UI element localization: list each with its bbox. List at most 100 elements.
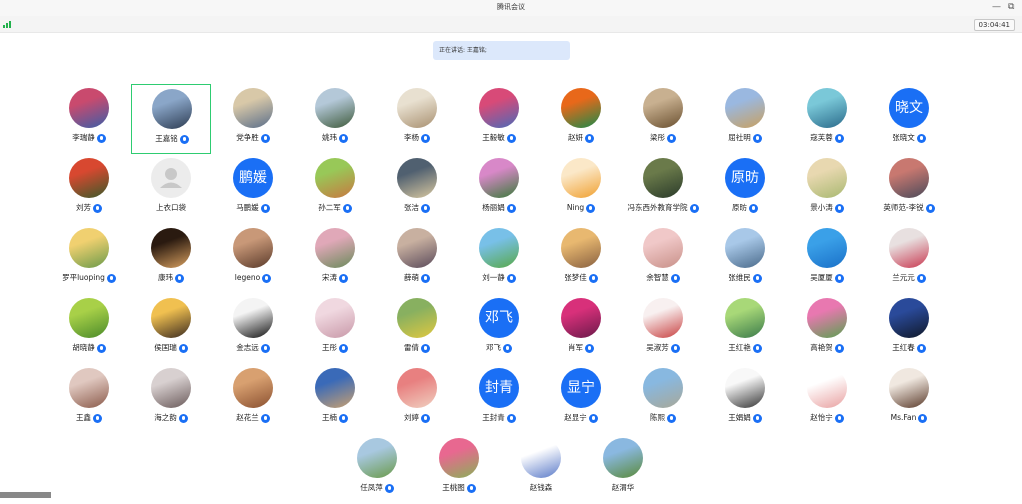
- participant-name: 海之韵: [154, 413, 177, 422]
- participant-tile[interactable]: 显宁 赵显宁: [541, 364, 621, 434]
- participant-tile[interactable]: 吴厦厦: [787, 224, 867, 294]
- participant-tile[interactable]: Ning: [541, 154, 621, 224]
- participant-tile[interactable]: 景小涛: [787, 154, 867, 224]
- avatar: [151, 228, 191, 268]
- participant-tile[interactable]: 肖军: [541, 294, 621, 364]
- microphone-icon: [260, 343, 270, 353]
- participant-tile[interactable]: 晓文 张晓文: [869, 84, 949, 154]
- microphone-icon: [421, 413, 430, 423]
- avatar: [69, 88, 109, 128]
- participant-label: 冯东西外教育学院: [623, 202, 703, 214]
- participant-tile[interactable]: 高艳贺: [787, 294, 867, 364]
- participant-tile[interactable]: 李瑞静: [49, 84, 129, 154]
- participant-tile[interactable]: 王娟娟: [705, 364, 785, 434]
- participant-tile[interactable]: 罗平luoping: [49, 224, 129, 294]
- participant-tile[interactable]: 王毅敏: [459, 84, 539, 154]
- participant-tile[interactable]: 张维民: [705, 224, 785, 294]
- participant-tile[interactable]: 原昉 原昉: [705, 154, 785, 224]
- participant-label: 姚玮: [295, 132, 375, 144]
- participant-tile[interactable]: 屈社明: [705, 84, 785, 154]
- participant-label: 王楠: [295, 412, 375, 424]
- minimize-icon[interactable]: —: [992, 1, 1001, 13]
- signal-strength-icon[interactable]: [3, 21, 13, 28]
- participant-tile[interactable]: 雷倩: [377, 294, 457, 364]
- participant-tile[interactable]: 孙二军: [295, 154, 375, 224]
- participant-name: 王桃图: [442, 483, 465, 492]
- participant-name: 孙二军: [318, 203, 341, 212]
- microphone-icon: [834, 413, 844, 423]
- participant-label: 高艳贺: [787, 342, 867, 354]
- participant-label: 赵妍: [541, 132, 621, 144]
- participant-tile[interactable]: 梁彤: [623, 84, 703, 154]
- participant-tile[interactable]: Ms.Fan: [869, 364, 949, 434]
- participant-tile[interactable]: 王彤: [295, 294, 375, 364]
- avatar: 显宁: [561, 368, 601, 408]
- avatar: [643, 228, 683, 268]
- participant-tile[interactable]: 王红春: [869, 294, 949, 364]
- avatar: [69, 368, 109, 408]
- participant-tile[interactable]: 杨丽娟: [459, 154, 539, 224]
- participant-name: 高艳贺: [810, 343, 833, 352]
- avatar: [725, 88, 765, 128]
- participant-name: 肖军: [568, 343, 583, 352]
- microphone-icon: [752, 343, 762, 353]
- participant-tile[interactable]: 王鑫: [49, 364, 129, 434]
- participant-name: 刘婷: [404, 413, 419, 422]
- participant-tile[interactable]: 王桃图: [419, 434, 499, 504]
- participant-tile[interactable]: 赵怡宁: [787, 364, 867, 434]
- microphone-icon: [834, 343, 844, 353]
- participant-tile[interactable]: legeno: [213, 224, 293, 294]
- participant-tile[interactable]: 王楠: [295, 364, 375, 434]
- participant-name: 余智慧: [646, 273, 669, 282]
- participant-tile[interactable]: 刘芳: [49, 154, 129, 224]
- participant-tile[interactable]: 任凤萍: [337, 434, 417, 504]
- participant-tile[interactable]: 寇芙蓉: [787, 84, 867, 154]
- participant-tile[interactable]: 康玮: [131, 224, 211, 294]
- participant-label: 刘芳: [49, 202, 129, 214]
- participant-tile[interactable]: 邓飞 邓飞: [459, 294, 539, 364]
- participant-tile[interactable]: 李杨: [377, 84, 457, 154]
- participant-tile[interactable]: 金志远: [213, 294, 293, 364]
- participant-tile[interactable]: 赵花兰: [213, 364, 293, 434]
- participant-tile[interactable]: 冯东西外教育学院: [623, 154, 703, 224]
- participant-tile[interactable]: 赵妍: [541, 84, 621, 154]
- participant-tile[interactable]: 宋涛: [295, 224, 375, 294]
- horizontal-scrollbar[interactable]: [0, 492, 51, 498]
- participant-tile[interactable]: 英师范-李锐: [869, 154, 949, 224]
- participant-tile[interactable]: 党争胜: [213, 84, 293, 154]
- microphone-icon: [689, 203, 699, 213]
- participant-label: 王毅敏: [459, 132, 539, 144]
- participant-tile[interactable]: 封青 王封青: [459, 364, 539, 434]
- microphone-icon: [339, 413, 348, 423]
- participant-tile[interactable]: 陈熙: [623, 364, 703, 434]
- participant-tile[interactable]: 胡晓静: [49, 294, 129, 364]
- participant-label: 党争胜: [213, 132, 293, 144]
- participant-tile[interactable]: 薛萌: [377, 224, 457, 294]
- participant-tile[interactable]: 刘婷: [377, 364, 457, 434]
- participant-tile[interactable]: 姚玮: [295, 84, 375, 154]
- participant-name: 刘芳: [76, 203, 91, 212]
- participant-name: 原昉: [732, 203, 747, 212]
- participant-name: 侯国瑞: [154, 343, 177, 352]
- participant-tile[interactable]: 吴淑芳: [623, 294, 703, 364]
- participant-tile[interactable]: 鹏媛 马鹏媛: [213, 154, 293, 224]
- participant-tile[interactable]: 赵钱森: [501, 434, 581, 504]
- avatar: [479, 228, 519, 268]
- restore-icon[interactable]: ⧉: [1008, 1, 1014, 13]
- participant-tile[interactable]: 张洁: [377, 154, 457, 224]
- participant-tile[interactable]: 余智慧: [623, 224, 703, 294]
- participant-label: 王嘉铭: [132, 133, 212, 145]
- avatar: [889, 298, 929, 338]
- participant-name: 兰元元: [892, 273, 915, 282]
- participant-tile[interactable]: 兰元元: [869, 224, 949, 294]
- participant-tile[interactable]: 海之韵: [131, 364, 211, 434]
- participant-tile[interactable]: 上衣口袋: [131, 154, 211, 224]
- participant-tile[interactable]: 张梦佳: [541, 224, 621, 294]
- participant-tile[interactable]: 王嘉铭: [131, 84, 211, 154]
- participant-tile[interactable]: 侯国瑞: [131, 294, 211, 364]
- participant-tile[interactable]: 王红艳: [705, 294, 785, 364]
- participant-tile[interactable]: 刘一静: [459, 224, 539, 294]
- participant-name: 张洁: [404, 203, 419, 212]
- participant-label: 张晓文: [869, 132, 949, 144]
- participant-tile[interactable]: 赵渭华: [583, 434, 663, 504]
